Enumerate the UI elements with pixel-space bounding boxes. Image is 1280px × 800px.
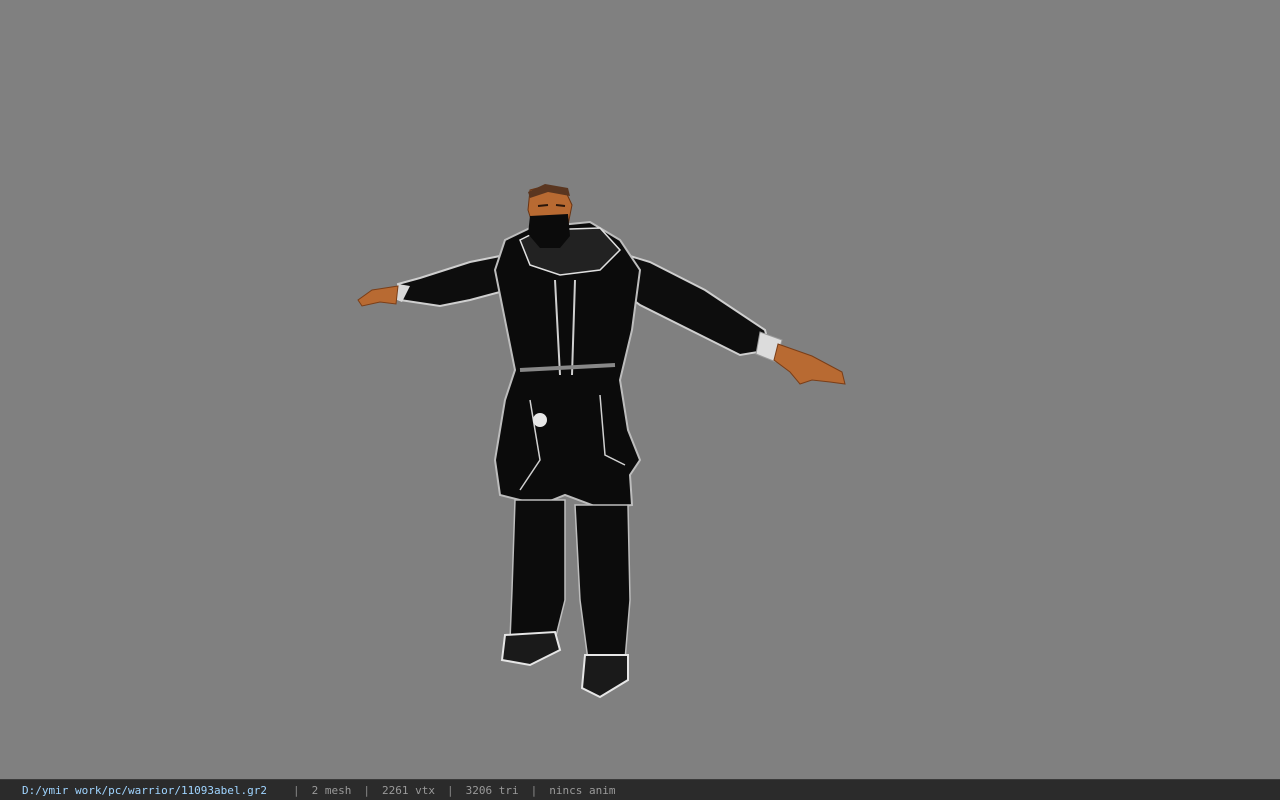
left-arm	[357, 253, 507, 308]
3d-viewport[interactable]	[0, 0, 1280, 779]
file-path: D:/ymir work/pc/warrior/11093abel.gr2	[22, 783, 268, 797]
animation-status: nincs anim	[549, 783, 616, 797]
torso	[493, 220, 642, 510]
mesh-count: 2 mesh	[311, 783, 352, 797]
legs	[500, 499, 631, 699]
separator: |	[530, 783, 538, 797]
separator: |	[363, 783, 371, 797]
vertex-count: 2261 vtx	[382, 783, 436, 797]
right-arm	[608, 248, 846, 385]
separator: |	[447, 783, 454, 797]
head	[527, 184, 573, 248]
triangle-count: 3206 tri	[465, 783, 519, 797]
character-model[interactable]	[0, 0, 1280, 779]
status-bar: D:/ymir work/pc/warrior/11093abel.gr2 | …	[0, 779, 1280, 800]
separator: |	[293, 783, 300, 797]
